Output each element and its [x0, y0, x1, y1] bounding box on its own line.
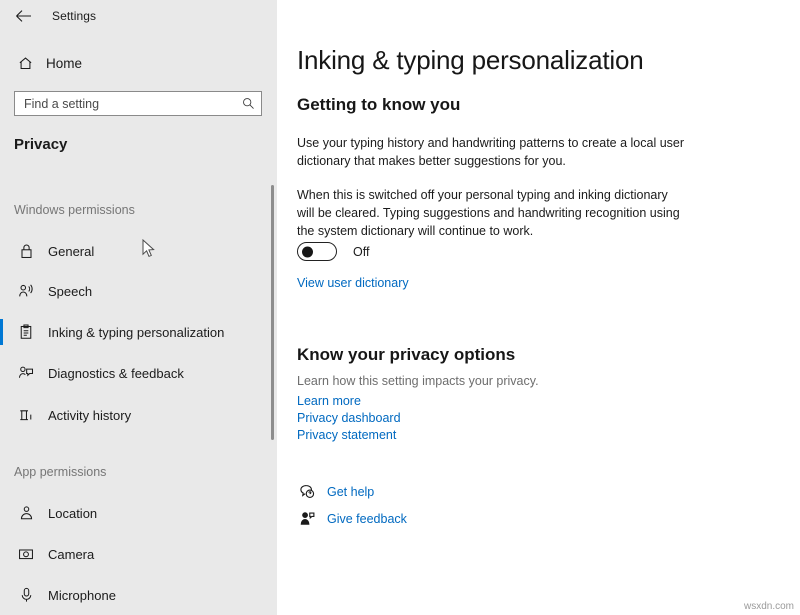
- toggle-state-label: Off: [353, 245, 369, 259]
- sidebar-item-location[interactable]: Location: [0, 496, 277, 530]
- give-feedback-link[interactable]: Give feedback: [327, 512, 407, 526]
- getting-to-know-you-paragraph-1: Use your typing history and handwriting …: [297, 134, 685, 170]
- sidebar-item-location-label: Location: [48, 506, 97, 521]
- inking-typing-toggle-row: Off: [297, 242, 369, 261]
- page-title: Inking & typing personalization: [297, 45, 643, 76]
- sidebar-group-label-app-permissions: App permissions: [14, 465, 106, 479]
- sidebar-item-activity-history-label: Activity history: [48, 408, 131, 423]
- sidebar-item-diagnostics-feedback-label: Diagnostics & feedback: [48, 366, 184, 381]
- app-title: Settings: [52, 9, 96, 23]
- selection-indicator: [0, 541, 3, 567]
- sidebar-item-camera-label: Camera: [48, 547, 94, 562]
- selection-indicator: [0, 319, 3, 345]
- give-feedback-icon: [297, 511, 317, 526]
- sidebar-item-general[interactable]: General: [0, 234, 277, 268]
- microphone-icon: [14, 587, 38, 603]
- camera-icon: [14, 547, 38, 561]
- sidebar-category-privacy: Privacy: [14, 136, 67, 153]
- search-icon[interactable]: [235, 97, 261, 110]
- sidebar-item-inking-typing-personalization[interactable]: Inking & typing personalization: [0, 315, 277, 349]
- settings-window: Settings Home Privacy Windows permission…: [0, 0, 800, 615]
- sidebar-item-activity-history[interactable]: Activity history: [0, 398, 277, 432]
- search-box[interactable]: [14, 91, 262, 116]
- watermark: wsxdn.com: [744, 601, 794, 612]
- sidebar-item-camera[interactable]: Camera: [0, 537, 277, 571]
- person-feedback-icon: [14, 365, 38, 381]
- sidebar-item-diagnostics-feedback[interactable]: Diagnostics & feedback: [0, 356, 277, 390]
- selection-indicator: [0, 360, 3, 386]
- sidebar-group-label-windows-permissions: Windows permissions: [14, 203, 135, 217]
- give-feedback-row[interactable]: Give feedback: [297, 511, 407, 526]
- section-heading-getting-to-know-you: Getting to know you: [297, 95, 460, 115]
- location-pin-icon: [14, 505, 38, 521]
- privacy-statement-link[interactable]: Privacy statement: [297, 428, 396, 442]
- learn-more-link[interactable]: Learn more: [297, 394, 361, 408]
- person-speaking-icon: [14, 283, 38, 299]
- selection-indicator: [0, 238, 3, 264]
- activity-history-icon: [14, 408, 38, 423]
- search-input[interactable]: [15, 97, 235, 111]
- main-content: Inking & typing personalization Getting …: [277, 0, 800, 615]
- get-help-link[interactable]: Get help: [327, 485, 374, 499]
- inking-typing-toggle[interactable]: [297, 242, 337, 261]
- window-titlebar: Settings: [0, 0, 277, 32]
- selection-indicator: [0, 500, 3, 526]
- privacy-dashboard-link[interactable]: Privacy dashboard: [297, 411, 401, 425]
- selection-indicator: [0, 278, 3, 304]
- lock-icon: [14, 243, 38, 259]
- sidebar-scrollbar[interactable]: [271, 185, 274, 440]
- sidebar-item-speech-label: Speech: [48, 284, 92, 299]
- sidebar-item-microphone-label: Microphone: [48, 588, 116, 603]
- sidebar-item-general-label: General: [48, 244, 94, 259]
- sidebar-item-speech[interactable]: Speech: [0, 274, 277, 308]
- sidebar-item-microphone[interactable]: Microphone: [0, 578, 277, 612]
- getting-to-know-you-paragraph-2: When this is switched off your personal …: [297, 186, 685, 240]
- view-user-dictionary-link[interactable]: View user dictionary: [297, 276, 409, 290]
- selection-indicator: [0, 582, 3, 608]
- sidebar-item-home[interactable]: Home: [0, 49, 277, 77]
- back-arrow-icon[interactable]: [6, 1, 40, 31]
- help-bubble-icon: [297, 484, 317, 499]
- clipboard-icon: [14, 324, 38, 340]
- toggle-knob: [302, 246, 313, 257]
- home-icon: [14, 56, 36, 71]
- selection-indicator: [0, 402, 3, 428]
- get-help-row[interactable]: Get help: [297, 484, 374, 499]
- sidebar-item-home-label: Home: [46, 56, 82, 71]
- privacy-options-description: Learn how this setting impacts your priv…: [297, 374, 539, 388]
- sidebar-item-inking-typing-personalization-label: Inking & typing personalization: [48, 325, 224, 340]
- sidebar: Settings Home Privacy Windows permission…: [0, 0, 277, 615]
- section-heading-know-your-privacy-options: Know your privacy options: [297, 345, 515, 365]
